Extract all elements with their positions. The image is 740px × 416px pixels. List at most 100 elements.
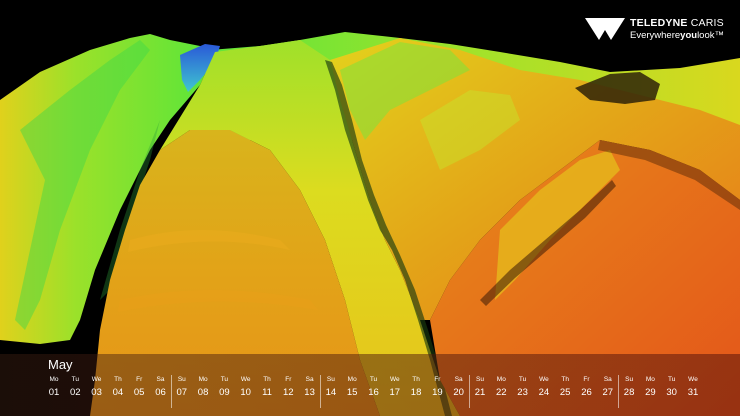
calendar-day: Tu 02 <box>65 375 85 399</box>
calendar-day-weekday: Th <box>114 376 122 383</box>
calendar-day-number: 14 <box>325 387 337 398</box>
calendar-day-weekday: Th <box>561 376 569 383</box>
calendar-day: We 31 <box>683 375 703 399</box>
calendar-day: Tu 09 <box>214 375 234 399</box>
calendar-day-number: 26 <box>581 387 592 398</box>
calendar-day: Mo 29 <box>640 375 660 399</box>
desktop-wallpaper: TELEDYNE CARIS Everywhereyoulook™ May Mo… <box>0 0 740 416</box>
calendar-day: Sa 27 <box>598 375 618 399</box>
calendar-day: Tu 23 <box>513 375 533 399</box>
calendar-day-number: 28 <box>623 387 635 398</box>
calendar-day-weekday: Sa <box>603 376 612 383</box>
calendar-day-number: 18 <box>410 387 422 398</box>
calendar-day-number: 15 <box>346 387 358 398</box>
calendar-day-weekday: Fr <box>434 376 441 383</box>
teledyne-logo-icon <box>585 18 625 40</box>
calendar-day: Su 14 <box>321 375 341 399</box>
calendar-day-weekday: Sa <box>305 376 314 383</box>
calendar-day-weekday: Mo <box>645 376 655 383</box>
calendar-day-weekday: Fr <box>285 376 292 383</box>
calendar-day-number: 30 <box>666 387 677 398</box>
calendar-day: Th 18 <box>406 375 426 399</box>
calendar-day-number: 04 <box>112 387 124 398</box>
calendar-day: We 10 <box>236 375 256 399</box>
calendar-day: We 17 <box>385 375 405 399</box>
calendar-day: Sa 13 <box>300 375 320 399</box>
calendar-day-number: 22 <box>496 387 507 398</box>
calendar-day-weekday: Su <box>625 376 634 383</box>
calendar-day-number: 16 <box>368 387 379 398</box>
calendar-day-number: 17 <box>389 387 401 398</box>
calendar-day-weekday: Th <box>263 376 271 383</box>
week-separator <box>469 375 470 408</box>
calendar-day-weekday: We <box>389 376 400 383</box>
calendar-day-weekday: Fr <box>136 376 143 383</box>
calendar-day: Fr 26 <box>577 375 597 399</box>
calendar-day: Su 07 <box>172 375 192 399</box>
calendar-day: Th 11 <box>257 375 277 399</box>
calendar-day: Su 28 <box>619 375 639 399</box>
calendar-day-number: 02 <box>70 387 81 398</box>
calendar-days-row: Mo 01 Tu 02 We 03 Th 04 Fr 05 Sa 06 Su 07 Mo 08 Tu 09 We 10… <box>0 375 740 415</box>
calendar-day-number: 29 <box>645 387 656 398</box>
calendar-day-weekday: We <box>240 376 251 383</box>
calendar-day-weekday: Su <box>476 376 484 383</box>
calendar-day-weekday: Tu <box>220 376 229 383</box>
calendar-day-number: 19 <box>432 387 443 398</box>
logo-brand-name: TELEDYNE CARIS <box>630 17 724 29</box>
calendar-day-weekday: Sa <box>454 376 463 383</box>
calendar-day: Sa 20 <box>449 375 469 399</box>
calendar-day-number: 06 <box>155 387 166 398</box>
calendar-day-number: 25 <box>559 387 571 398</box>
calendar-day-weekday: We <box>91 376 102 383</box>
calendar-day-number: 12 <box>283 387 294 398</box>
calendar-day-weekday: Th <box>412 376 420 383</box>
calendar-day: Th 04 <box>108 375 128 399</box>
calendar-day-number: 24 <box>538 387 550 398</box>
calendar-day: Fr 12 <box>278 375 298 399</box>
calendar-day: Fr 19 <box>427 375 447 399</box>
logo-tagline: Everywhereyoulook™ <box>630 29 724 41</box>
calendar-day-number: 31 <box>687 387 699 398</box>
calendar-day: Tu 30 <box>662 375 682 399</box>
calendar-day: We 03 <box>87 375 107 399</box>
calendar-day-weekday: Fr <box>583 376 590 383</box>
calendar-day-number: 01 <box>48 387 60 398</box>
calendar-day-weekday: Mo <box>49 376 59 383</box>
calendar-day-number: 03 <box>91 387 102 398</box>
calendar-day-weekday: Tu <box>369 376 378 383</box>
calendar-day-number: 05 <box>133 387 145 398</box>
teledyne-caris-logo: TELEDYNE CARIS Everywhereyoulook™ <box>585 18 724 40</box>
calendar-day-number: 10 <box>240 387 251 398</box>
calendar-day: Tu 16 <box>364 375 384 399</box>
calendar-day: We 24 <box>534 375 554 399</box>
calendar-day-number: 08 <box>197 387 209 398</box>
logo-wordmark: TELEDYNE CARIS Everywhereyoulook™ <box>630 18 724 40</box>
calendar-day-weekday: Sa <box>156 376 165 383</box>
calendar-day-weekday: Tu <box>518 376 527 383</box>
calendar-day-number: 23 <box>517 387 528 398</box>
week-separator <box>618 375 620 408</box>
calendar-day: Mo 08 <box>193 375 213 399</box>
calendar-day: Mo 15 <box>342 375 362 399</box>
calendar-day-weekday: We <box>539 376 549 383</box>
calendar-strip: May Mo 01 Tu 02 We 03 Th 04 Fr 05 Sa 06 Su 07 Mo 08 Tu 09… <box>0 354 740 416</box>
week-separator <box>319 375 321 408</box>
calendar-day-number: 20 <box>453 387 464 398</box>
calendar-day: Mo 01 <box>44 375 64 399</box>
calendar-day-weekday: Su <box>177 376 186 383</box>
calendar-day: Sa 06 <box>151 375 171 399</box>
week-separator <box>170 375 172 408</box>
calendar-day-weekday: Mo <box>347 376 357 383</box>
calendar-day-weekday: We <box>688 376 698 383</box>
calendar-day: Fr 05 <box>129 375 149 399</box>
calendar-day-weekday: Su <box>326 376 335 383</box>
calendar-day-number: 27 <box>602 387 614 398</box>
calendar-day-weekday: Mo <box>198 376 208 383</box>
calendar-day-weekday: Tu <box>71 376 79 383</box>
calendar-day-number: 11 <box>262 387 272 398</box>
calendar-day: Mo 22 <box>491 375 511 399</box>
calendar-day-number: 13 <box>304 387 315 398</box>
calendar-day: Su 21 <box>470 375 490 399</box>
calendar-day-number: 21 <box>474 387 486 398</box>
